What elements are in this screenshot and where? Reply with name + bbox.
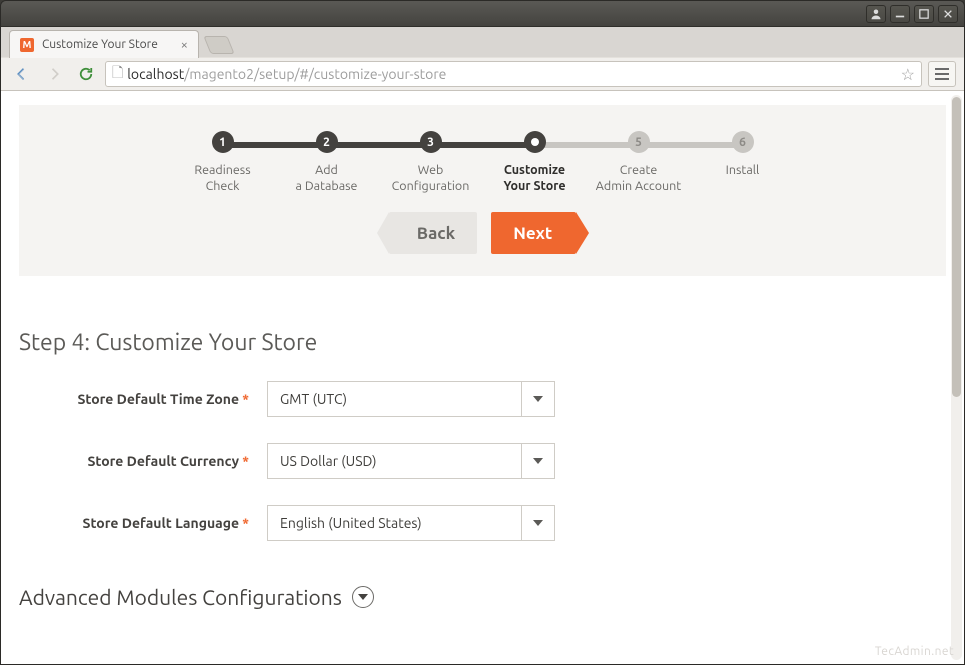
language-select[interactable]: English (United States) (267, 505, 521, 541)
nav-reload-button[interactable] (73, 62, 99, 86)
page-viewport: 1 ReadinessCheck 2 Adda Database 3 WebCo… (1, 91, 964, 664)
browser-tab-title: Customize Your Store (42, 38, 173, 51)
back-button[interactable]: Back (389, 212, 477, 254)
step-label: ReadinessCheck (194, 163, 250, 194)
advanced-modules-label: Advanced Modules Configurations (19, 585, 342, 609)
nav-back-button[interactable] (9, 62, 35, 86)
wizard-step-webconfig[interactable]: 3 WebConfiguration (379, 131, 483, 194)
currency-select[interactable]: US Dollar (USD) (267, 443, 521, 479)
browser-menu-button[interactable] (928, 61, 956, 87)
address-bar[interactable]: 🗋 localhost/magento2/setup/#/customize-y… (105, 61, 922, 87)
step-circle-3: 3 (420, 131, 442, 153)
step-label: CustomizeYour Store (503, 163, 565, 194)
wizard-step-admin[interactable]: 5 CreateAdmin Account (587, 131, 691, 194)
url-text: localhost/magento2/setup/#/customize-you… (127, 66, 446, 82)
wizard-step-customize[interactable]: CustomizeYour Store (483, 131, 587, 194)
step-circle-1: 1 (212, 131, 234, 153)
browser-tab-active[interactable]: M Customize Your Store × (9, 30, 199, 58)
advanced-modules-toggle[interactable]: Advanced Modules Configurations (19, 585, 946, 609)
bookmark-star-icon[interactable]: ☆ (901, 65, 915, 84)
new-tab-button[interactable] (203, 36, 234, 54)
step-label: WebConfiguration (392, 163, 470, 194)
step-circle-2: 2 (316, 131, 338, 153)
timezone-dropdown-caret[interactable] (521, 381, 555, 417)
timezone-select[interactable]: GMT (UTC) (267, 381, 521, 417)
setup-wizard-header: 1 ReadinessCheck 2 Adda Database 3 WebCo… (19, 105, 946, 276)
page-title: Step 4: Customize Your Store (19, 330, 946, 355)
scrollbar-thumb[interactable] (952, 97, 961, 397)
language-label: Store Default Language* (19, 515, 253, 531)
language-dropdown-caret[interactable] (521, 505, 555, 541)
nav-forward-button[interactable] (41, 62, 67, 86)
browser-tabstrip: M Customize Your Store × (1, 27, 964, 57)
window-user-switch-button[interactable] (866, 5, 886, 23)
currency-dropdown-caret[interactable] (521, 443, 555, 479)
customize-store-form: Store Default Time Zone* GMT (UTC) Store… (19, 381, 946, 541)
step-label: CreateAdmin Account (596, 163, 681, 194)
tab-close-icon[interactable]: × (181, 38, 188, 52)
step-label: Adda Database (296, 163, 358, 194)
chevron-down-icon (352, 586, 374, 608)
window-close-button[interactable] (938, 5, 958, 23)
next-button[interactable]: Next (491, 212, 576, 254)
browser-toolbar: 🗋 localhost/magento2/setup/#/customize-y… (1, 57, 964, 91)
vertical-scrollbar[interactable] (951, 95, 962, 660)
window-maximize-button[interactable] (914, 5, 934, 23)
step-circle-6: 6 (732, 131, 754, 153)
wizard-step-install[interactable]: 6 Install (691, 131, 795, 194)
watermark-text: TecAdmin.net (875, 645, 954, 658)
window-titlebar (1, 1, 964, 27)
step-label: Install (726, 163, 760, 179)
timezone-label: Store Default Time Zone* (19, 391, 253, 407)
window-minimize-button[interactable] (890, 5, 910, 23)
step-circle-5: 5 (628, 131, 650, 153)
magento-favicon: M (20, 38, 34, 52)
wizard-step-readiness[interactable]: 1 ReadinessCheck (171, 131, 275, 194)
site-identity-icon: 🗋 (112, 62, 123, 86)
step-circle-4 (524, 131, 546, 153)
wizard-step-database[interactable]: 2 Adda Database (275, 131, 379, 194)
currency-label: Store Default Currency* (19, 453, 253, 469)
